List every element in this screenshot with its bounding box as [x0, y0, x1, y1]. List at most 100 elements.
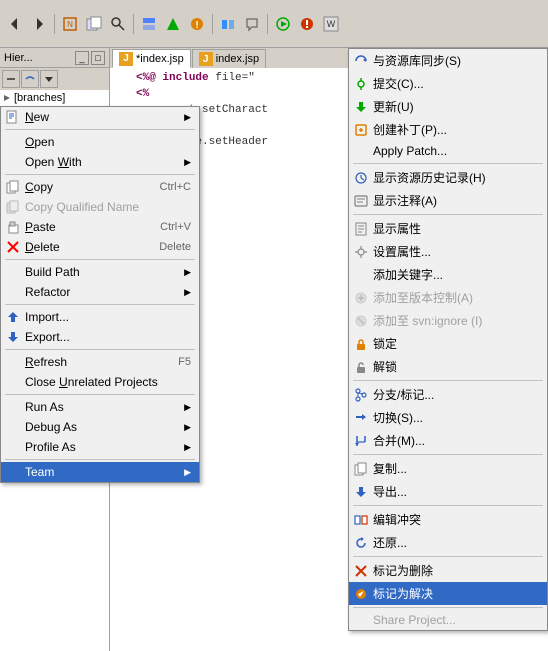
- ctx-delete-shortcut: Delete: [159, 241, 191, 253]
- ctx-sep-5: [5, 349, 195, 350]
- export-icon: [5, 329, 21, 345]
- ctx-add-version: 添加至版本控制(A): [349, 286, 547, 309]
- ctx-commit[interactable]: 提交(C)...: [349, 72, 547, 95]
- toolbar-icon-5[interactable]: [162, 13, 184, 35]
- hier-tab-label: Hier...: [4, 52, 33, 64]
- forward-button[interactable]: [28, 13, 50, 35]
- ctx-profile-as[interactable]: Profile As: [1, 437, 199, 457]
- ctx-add-svn-ignore: 添加至 svn:ignore (I): [349, 309, 547, 332]
- toolbar-icon-9[interactable]: [272, 13, 294, 35]
- lock-icon: [353, 336, 369, 352]
- ctx-switch[interactable]: 切换(S)...: [349, 406, 547, 429]
- ctx-refresh[interactable]: Refresh F5: [1, 352, 199, 372]
- ctx-open[interactable]: Open: [1, 132, 199, 152]
- ctx-show-history[interactable]: 显示资源历史记录(H): [349, 166, 547, 189]
- tab-label-original: index.jsp: [216, 53, 259, 65]
- switch-icon: [353, 410, 369, 426]
- annotation-icon: [353, 193, 369, 209]
- ctx-create-patch[interactable]: 创建补丁(P)...: [349, 118, 547, 141]
- ctx-refresh-label: Refresh: [25, 355, 67, 369]
- ctx-paste-label: Paste: [25, 220, 56, 234]
- ctx-export-r[interactable]: 导出...: [349, 480, 547, 503]
- ctx-branch-tag[interactable]: 分支/标记...: [349, 383, 547, 406]
- hier-tab[interactable]: Hier... _ □: [0, 48, 109, 68]
- ctx-add-keyword-label: 添加关键字...: [373, 266, 443, 283]
- view-menu-button[interactable]: [40, 70, 58, 88]
- ctx-merge-label: 合并(M)...: [373, 432, 425, 449]
- ctx-mark-resolve[interactable]: 标记为解决: [349, 582, 547, 605]
- paste-icon: [5, 219, 21, 235]
- ctx-close-unrelated[interactable]: Close Unrelated Projects: [1, 372, 199, 392]
- ctx-build-path[interactable]: Build Path: [1, 262, 199, 282]
- ctx-rsep-4: [353, 454, 543, 455]
- ctx-team[interactable]: Team: [1, 462, 199, 482]
- ctx-revert[interactable]: 还原...: [349, 531, 547, 554]
- ctx-lock[interactable]: 锁定: [349, 332, 547, 355]
- sync-icon: [353, 53, 369, 69]
- ctx-rsep-1: [353, 163, 543, 164]
- ctx-copy[interactable]: Copy Ctrl+C: [1, 177, 199, 197]
- ctx-show-props[interactable]: 显示属性: [349, 217, 547, 240]
- left-context-menu: New Open Open With Copy Ctrl+C: [0, 106, 200, 483]
- ctx-merge[interactable]: 合并(M)...: [349, 429, 547, 452]
- editor-tab-index-modified[interactable]: J *index.jsp: [112, 49, 191, 68]
- toolbar-icon-10[interactable]: [296, 13, 318, 35]
- conflict-icon: [353, 512, 369, 528]
- ctx-paste[interactable]: Paste Ctrl+V: [1, 217, 199, 237]
- new-icon: [5, 109, 21, 125]
- ctx-debug-as-label: Debug As: [25, 420, 77, 434]
- ctx-set-props[interactable]: 设置属性...: [349, 240, 547, 263]
- toolbar-icon-4[interactable]: [138, 13, 160, 35]
- ctx-delete[interactable]: Delete Delete: [1, 237, 199, 257]
- ctx-sync[interactable]: 与资源库同步(S): [349, 49, 547, 72]
- ctx-import[interactable]: Import...: [1, 307, 199, 327]
- ctx-rsep-2: [353, 214, 543, 215]
- toolbar-icon-11[interactable]: W: [320, 13, 342, 35]
- tree-item-branches[interactable]: [branches]: [0, 90, 109, 106]
- ctx-export-r-label: 导出...: [373, 483, 407, 500]
- back-button[interactable]: [4, 13, 26, 35]
- ctx-mark-delete[interactable]: 标记为删除: [349, 559, 547, 582]
- editor-tab-index[interactable]: J index.jsp: [192, 49, 266, 68]
- link-with-editor-button[interactable]: [21, 70, 39, 88]
- ctx-edit-conflict[interactable]: 编辑冲突: [349, 508, 547, 531]
- ctx-new[interactable]: New: [1, 107, 199, 127]
- ctx-add-version-label: 添加至版本控制(A): [373, 289, 473, 306]
- collapse-all-button[interactable]: [2, 70, 20, 88]
- svg-text:N: N: [67, 20, 73, 29]
- ctx-create-patch-label: 创建补丁(P)...: [373, 121, 447, 138]
- toolbar-separator-1: [54, 14, 55, 34]
- left-toolbar: [0, 68, 109, 90]
- ctx-refactor[interactable]: Refactor: [1, 282, 199, 302]
- maximize-button[interactable]: □: [91, 51, 105, 65]
- toolbar-icon-2[interactable]: [83, 13, 105, 35]
- ctx-new-label: New: [25, 110, 49, 124]
- ctx-sep-1: [5, 129, 195, 130]
- ctx-revert-label: 还原...: [373, 534, 407, 551]
- ctx-open-with[interactable]: Open With: [1, 152, 199, 172]
- toolbar-icon-7[interactable]: [217, 13, 239, 35]
- ctx-run-as[interactable]: Run As: [1, 397, 199, 417]
- props-icon: [353, 221, 369, 237]
- markres-icon: [353, 586, 369, 602]
- ctx-add-keyword[interactable]: 添加关键字...: [349, 263, 547, 286]
- toolbar-icon-6[interactable]: !: [186, 13, 208, 35]
- minimize-button[interactable]: _: [75, 51, 89, 65]
- ctx-export[interactable]: Export...: [1, 327, 199, 347]
- ctx-debug-as[interactable]: Debug As: [1, 417, 199, 437]
- ctx-sep-6: [5, 394, 195, 395]
- ctx-apply-patch[interactable]: Apply Patch...: [349, 141, 547, 161]
- ctx-unlock-label: 解锁: [373, 358, 397, 375]
- ctx-unlock[interactable]: 解锁: [349, 355, 547, 378]
- ctx-update[interactable]: 更新(U): [349, 95, 547, 118]
- ctx-add-svn-ignore-label: 添加至 svn:ignore (I): [373, 312, 482, 329]
- toolbar-icon-3[interactable]: [107, 13, 129, 35]
- toolbar-icon-1[interactable]: N: [59, 13, 81, 35]
- ctx-show-props-label: 显示属性: [373, 220, 421, 237]
- ctx-show-annotation[interactable]: 显示注释(A): [349, 189, 547, 212]
- ctx-update-label: 更新(U): [373, 98, 414, 115]
- ctx-import-label: Import...: [25, 310, 69, 324]
- ctx-paste-shortcut: Ctrl+V: [160, 221, 191, 233]
- ctx-copy-r[interactable]: 复制...: [349, 457, 547, 480]
- toolbar-icon-8[interactable]: [241, 13, 263, 35]
